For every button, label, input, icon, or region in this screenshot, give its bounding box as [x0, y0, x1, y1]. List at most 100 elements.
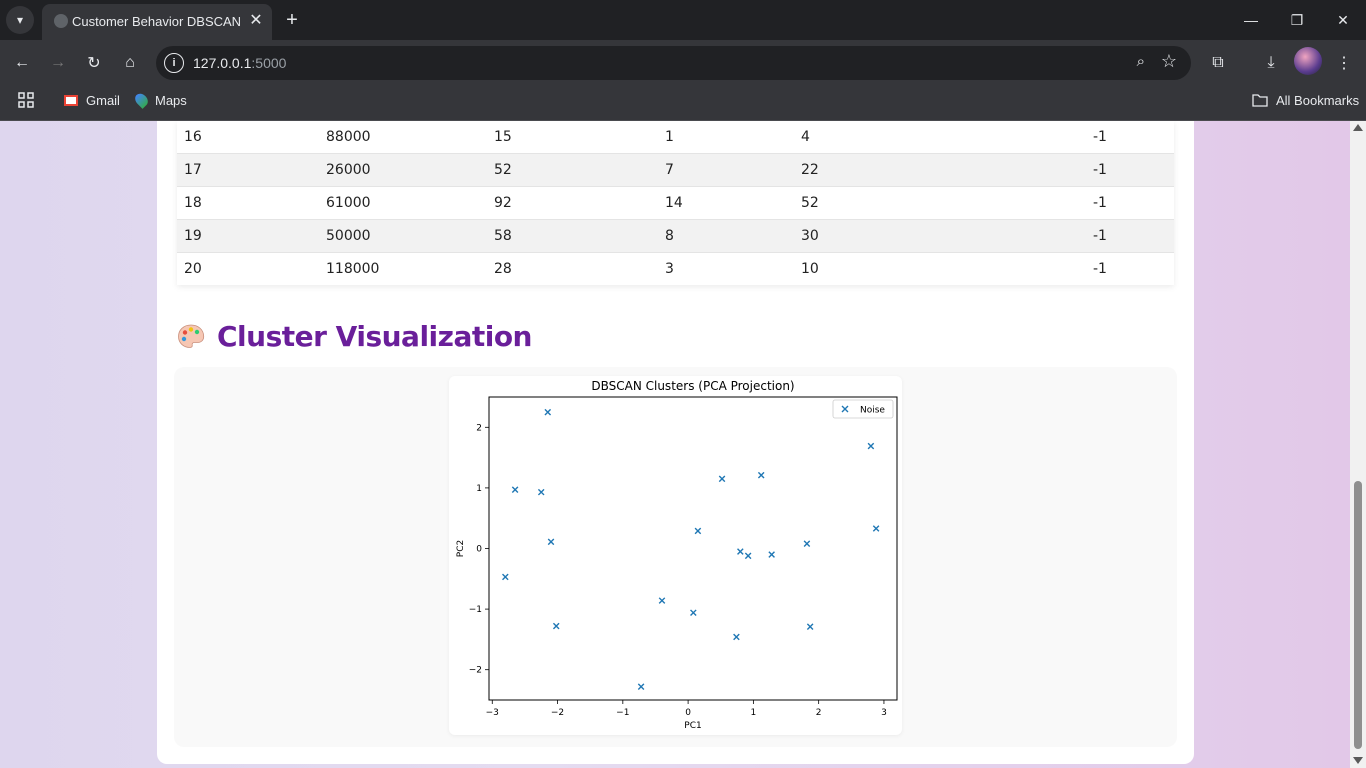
kebab-menu-icon: ⋮: [1336, 55, 1352, 72]
table-cell: 17: [177, 153, 319, 187]
tab-strip: ▾ Customer Behavior DBSCAN ✕ + — ❐ ✕: [0, 0, 1366, 40]
table-cell: 88000: [326, 129, 371, 145]
table-row: 20 118000 28 3 10 -1: [177, 252, 1174, 285]
table-cell: 14: [658, 186, 794, 220]
table-cell: 10: [794, 252, 1086, 285]
table-cell: 7: [658, 153, 794, 187]
x-tick-label: 3: [881, 708, 887, 718]
chevron-down-icon: ▾: [16, 13, 24, 27]
plot-image: DBSCAN Clusters (PCA Projection) −3 −2 −1 0 1…: [449, 376, 902, 735]
palette-icon: [178, 324, 205, 348]
table-row: 16 88000 15 1 4 -1: [177, 121, 1174, 154]
maps-pin-icon: [132, 91, 151, 109]
data-point-marker: [718, 475, 726, 483]
profile-avatar[interactable]: [1294, 47, 1322, 75]
url-text: 127.0.0.1:5000: [193, 55, 286, 71]
data-point-marker: [757, 471, 765, 479]
visualization-panel: DBSCAN Clusters (PCA Projection) −3 −2 −1 0 1…: [174, 367, 1177, 747]
gmail-icon: [64, 94, 78, 106]
menu-button[interactable]: ⋮: [1330, 49, 1358, 77]
puzzle-icon: ⧉: [1212, 54, 1224, 71]
x-tick-label: −2: [551, 708, 564, 718]
scroll-up-arrow-icon[interactable]: [1353, 124, 1363, 131]
x-tick-label: 2: [816, 708, 822, 718]
data-point-marker: [694, 527, 702, 535]
table-cell: 16: [184, 129, 202, 145]
forward-button[interactable]: →: [44, 49, 72, 77]
table-cell: 18: [177, 186, 319, 220]
back-button[interactable]: ←: [8, 49, 36, 77]
x-axis-label: PC1: [684, 721, 701, 731]
home-button[interactable]: ⌂: [116, 49, 144, 77]
apps-icon[interactable]: [18, 86, 34, 114]
table-cell: -1: [1093, 129, 1107, 145]
bookmark-maps-label: Maps: [155, 92, 187, 108]
close-tab-icon[interactable]: ✕: [246, 11, 266, 31]
data-point-marker: [737, 548, 744, 555]
reload-button[interactable]: ↻: [80, 49, 108, 77]
globe-icon: [54, 14, 68, 28]
all-bookmarks-button[interactable]: All Bookmarks: [1252, 86, 1359, 114]
tab-search-button[interactable]: ▾: [6, 6, 34, 34]
data-point-marker: [658, 597, 666, 604]
table-cell: 4: [801, 129, 810, 145]
x-tick-label: 0: [685, 708, 691, 718]
url-port: :5000: [251, 55, 287, 71]
table-row: 19 50000 58 8 30 -1: [177, 219, 1174, 253]
tab-title: Customer Behavior DBSCAN: [72, 14, 242, 29]
table-cell: 30: [794, 219, 1086, 253]
table-cell: 61000: [319, 186, 487, 220]
download-icon: ⤓: [1267, 54, 1275, 71]
data-point-marker: [537, 488, 545, 496]
table-cell: 1: [665, 129, 674, 145]
data-point-marker: [806, 623, 814, 630]
table-cell: -1: [1086, 186, 1174, 220]
table-cell: 118000: [319, 252, 487, 285]
table-cell: 28: [487, 252, 658, 285]
zoom-icon[interactable]: ⌕: [1137, 53, 1145, 70]
all-bookmarks-label: All Bookmarks: [1276, 92, 1360, 108]
new-tab-button[interactable]: +: [280, 8, 304, 32]
downloads-button[interactable]: ⤓: [1257, 49, 1285, 77]
close-window-button[interactable]: ✕: [1320, 0, 1366, 40]
y-tick-label: −2: [469, 666, 482, 676]
y-axis-label: PC2: [456, 540, 466, 557]
data-point-marker: [544, 408, 552, 416]
bookmark-gmail[interactable]: Gmail: [64, 86, 120, 114]
x-tick-label: −3: [486, 708, 499, 718]
data-point-marker: [690, 609, 697, 617]
table-row: 17 26000 52 7 22 -1: [177, 153, 1174, 187]
data-point-marker: [552, 622, 560, 630]
site-info-icon[interactable]: i: [164, 53, 184, 73]
table-cell: 3: [658, 252, 794, 285]
table-cell: 15: [494, 129, 512, 145]
scatter-chart: DBSCAN Clusters (PCA Projection) −3 −2 −1 0 1…: [456, 379, 898, 731]
table-cell: 22: [794, 153, 1086, 187]
table-cell: 20: [177, 252, 319, 285]
restore-button[interactable]: ❐: [1274, 0, 1320, 40]
bookmark-gmail-label: Gmail: [86, 92, 120, 108]
data-point-marker: [733, 633, 740, 641]
scroll-down-arrow-icon[interactable]: [1353, 757, 1363, 764]
bookmark-maps[interactable]: Maps: [132, 86, 187, 114]
y-tick-label: 1: [476, 484, 482, 494]
tab-active[interactable]: Customer Behavior DBSCAN ✕: [42, 4, 272, 40]
table-cell: 19: [177, 219, 319, 253]
y-tick-label: 2: [476, 423, 482, 433]
data-point-marker: [511, 486, 519, 494]
results-table: 16 88000 15 1 4 -1 17 26000 52 7 22 -1 18 61000 92 14 52…: [177, 121, 1174, 285]
data-point-marker: [803, 540, 811, 547]
minimize-button[interactable]: —: [1228, 0, 1274, 40]
extensions-button[interactable]: ⧉: [1204, 49, 1232, 77]
home-icon: ⌂: [125, 54, 135, 71]
page-scrollbar[interactable]: [1350, 121, 1366, 768]
x-tick-label: −1: [616, 708, 629, 718]
y-tick-label: −1: [469, 605, 482, 615]
bookmark-star-icon[interactable]: ☆: [1161, 51, 1177, 72]
bookmarks-bar: Gmail Maps All Bookmarks: [0, 86, 1366, 121]
table-row: 18 61000 92 14 52 -1: [177, 186, 1174, 220]
data-point-marker: [547, 538, 555, 546]
address-bar[interactable]: i 127.0.0.1:5000 ⌕ ☆: [156, 46, 1191, 80]
scrollbar-thumb[interactable]: [1354, 481, 1362, 749]
section-title: Cluster Visualization: [217, 319, 533, 353]
